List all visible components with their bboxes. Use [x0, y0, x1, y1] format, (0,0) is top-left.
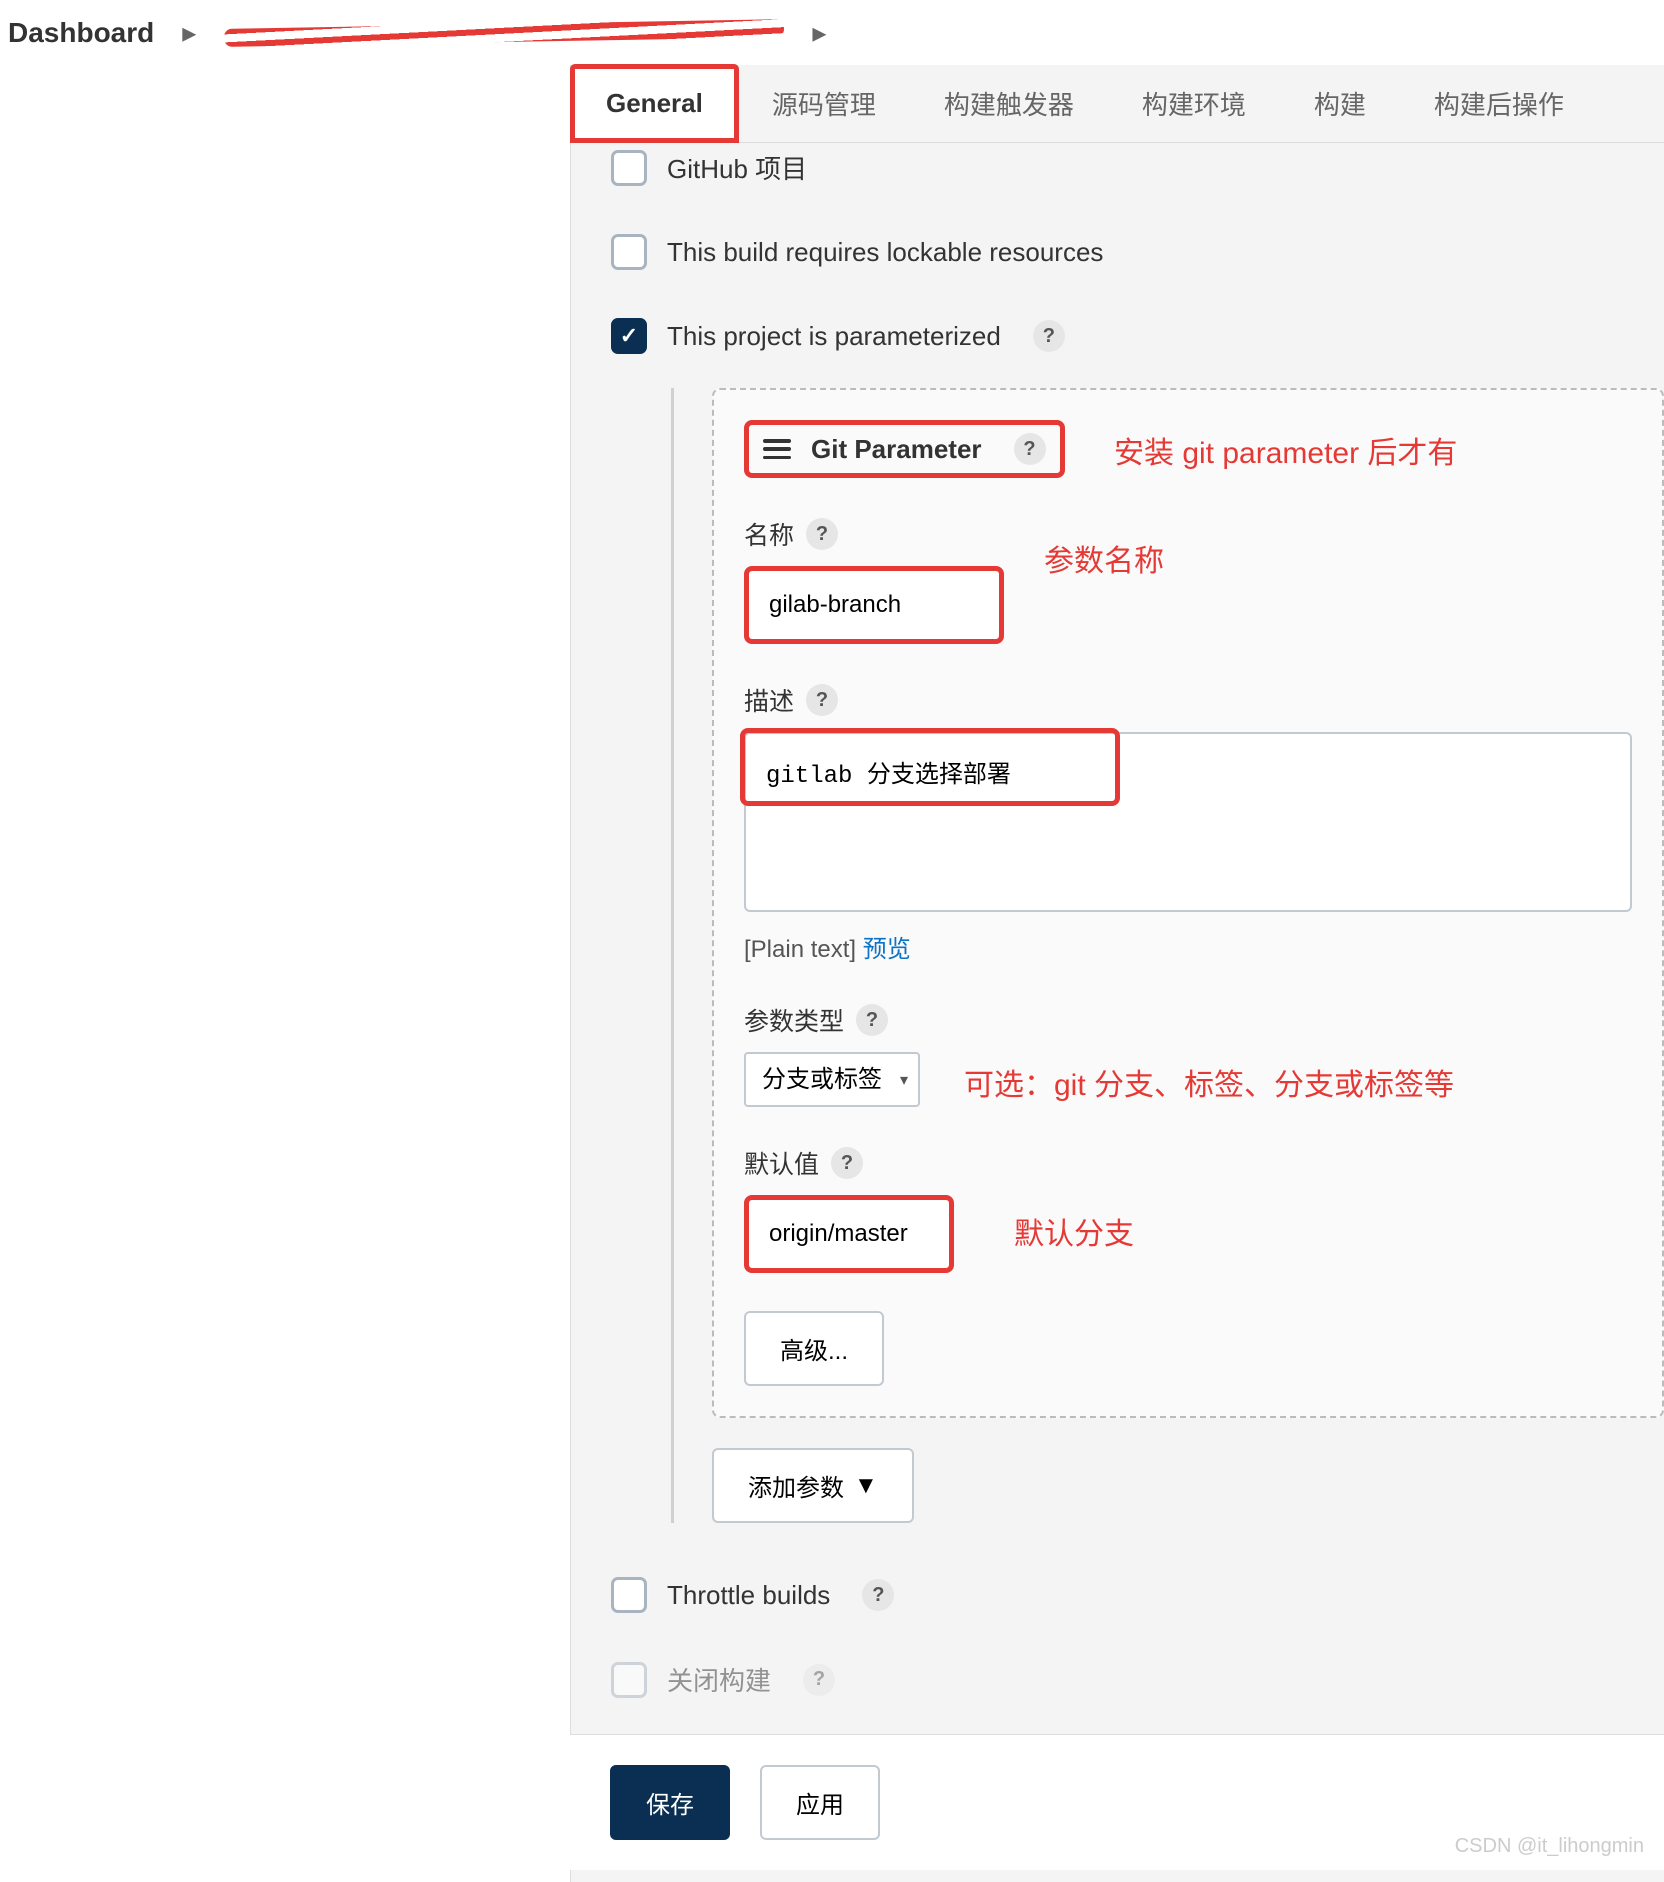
tab-scm[interactable]: 源码管理	[738, 65, 910, 142]
lockable-checkbox[interactable]	[611, 234, 647, 270]
breadcrumb-redacted	[224, 18, 784, 48]
help-icon[interactable]: ?	[1014, 433, 1046, 465]
chevron-right-icon: ▸	[812, 16, 826, 49]
tab-env[interactable]: 构建环境	[1108, 65, 1280, 142]
chevron-right-icon: ▸	[182, 16, 196, 49]
close-build-checkbox[interactable]	[611, 1662, 647, 1698]
tab-build[interactable]: 构建	[1280, 65, 1400, 142]
breadcrumb-root[interactable]: Dashboard	[8, 17, 154, 49]
desc-label: 描述	[744, 682, 794, 718]
help-icon[interactable]: ?	[856, 1004, 888, 1036]
apply-button[interactable]: 应用	[760, 1765, 880, 1840]
git-parameter-panel: Git Parameter ? 安装 git parameter 后才有 名称 …	[712, 388, 1664, 1418]
desc-textarea[interactable]: gitlab 分支选择部署	[744, 732, 1632, 912]
help-icon[interactable]: ?	[862, 1579, 894, 1611]
github-project-label: GitHub 项目	[667, 149, 807, 186]
breadcrumb: Dashboard ▸ ▸	[0, 0, 1664, 65]
config-tabs: General 源码管理 构建触发器 构建环境 构建 构建后操作	[571, 65, 1664, 143]
throttle-checkbox[interactable]	[611, 1577, 647, 1613]
tab-triggers[interactable]: 构建触发器	[910, 65, 1108, 142]
help-icon[interactable]: ?	[803, 1664, 835, 1696]
sidebar-area	[0, 65, 570, 1882]
close-build-label: 关闭构建	[667, 1661, 771, 1698]
help-icon[interactable]: ?	[806, 684, 838, 716]
annotation-param-name: 参数名称	[1044, 536, 1164, 580]
watermark: CSDN @it_lihongmin	[1455, 1835, 1644, 1858]
chevron-down-icon: ▼	[854, 1472, 878, 1500]
preview-link[interactable]: 预览	[863, 936, 911, 963]
parameterized-checkbox[interactable]	[611, 318, 647, 354]
name-label: 名称	[744, 516, 794, 552]
parameterized-label: This project is parameterized	[667, 321, 1001, 352]
tab-general[interactable]: General	[571, 65, 738, 142]
git-parameter-title: Git Parameter	[811, 434, 982, 465]
default-label: 默认值	[744, 1145, 819, 1181]
type-select[interactable]: 分支或标签	[744, 1052, 920, 1107]
name-input[interactable]	[744, 566, 1004, 644]
git-parameter-header[interactable]: Git Parameter ?	[744, 420, 1065, 478]
github-project-checkbox[interactable]	[611, 150, 647, 186]
help-icon[interactable]: ?	[806, 518, 838, 550]
drag-handle-icon[interactable]	[763, 439, 791, 459]
annotation-default-branch: 默认分支	[1014, 1209, 1134, 1253]
tab-post[interactable]: 构建后操作	[1400, 65, 1598, 142]
type-label: 参数类型	[744, 1002, 844, 1038]
plain-text-label: [Plain text]	[744, 936, 856, 963]
add-param-button[interactable]: 添加参数 ▼	[712, 1448, 914, 1523]
lockable-label: This build requires lockable resources	[667, 237, 1103, 268]
save-button[interactable]: 保存	[610, 1765, 730, 1840]
throttle-label: Throttle builds	[667, 1580, 830, 1611]
advanced-button[interactable]: 高级...	[744, 1311, 884, 1386]
help-icon[interactable]: ?	[1033, 320, 1065, 352]
help-icon[interactable]: ?	[831, 1147, 863, 1179]
default-input[interactable]	[744, 1195, 954, 1273]
annotation-type-options: 可选：git 分支、标签、分支或标签等	[964, 1060, 1454, 1104]
annotation-install: 安装 git parameter 后才有	[1114, 428, 1457, 472]
